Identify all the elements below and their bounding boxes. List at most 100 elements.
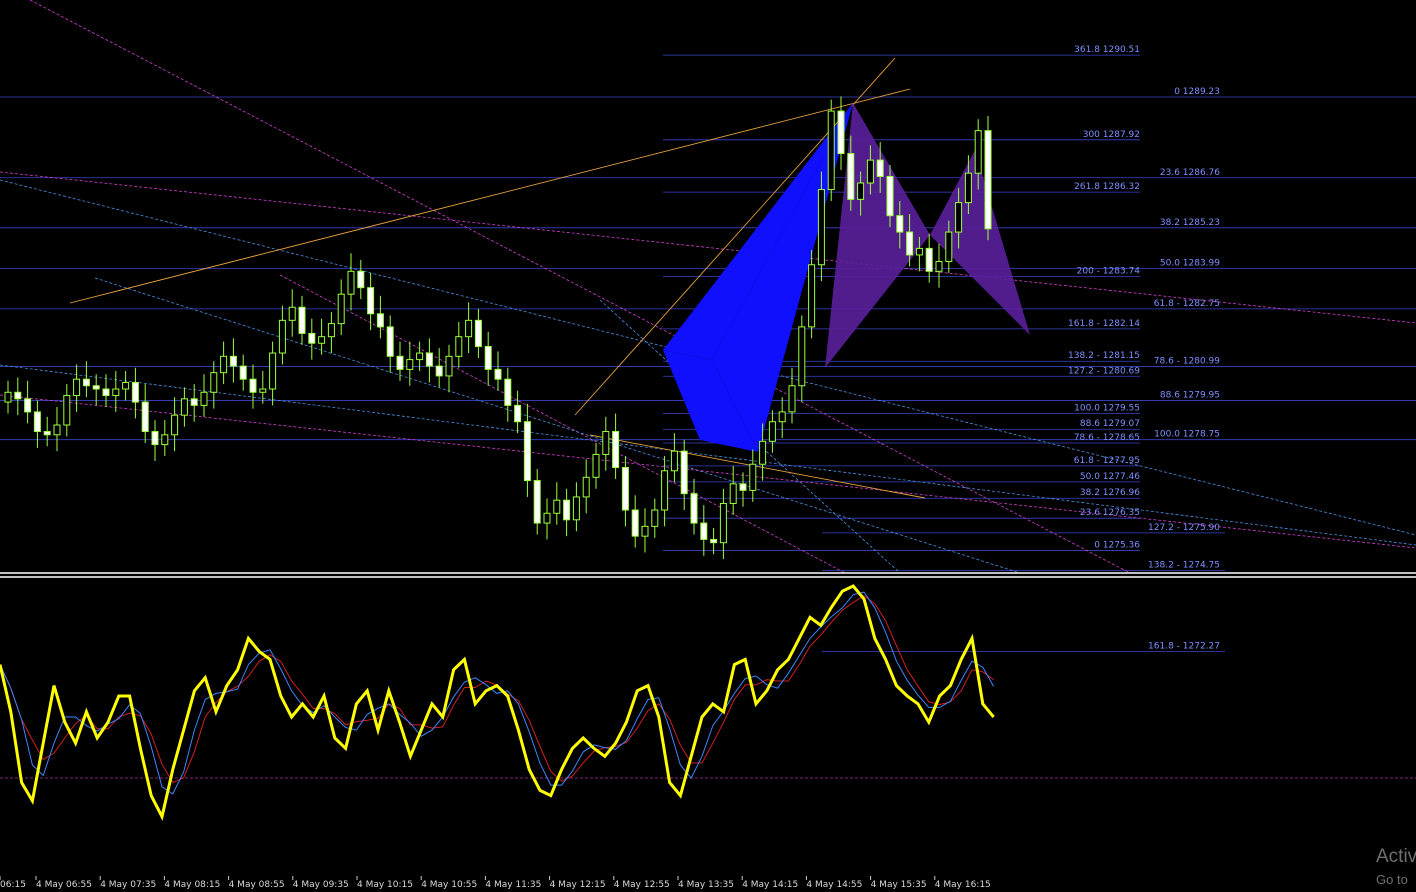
candle-down (876, 159, 884, 177)
candle-down (24, 398, 32, 413)
fib-level-label: 261.8 1286.32 (1074, 182, 1140, 192)
watermark-line1: Activ (1376, 846, 1416, 867)
candle-down (837, 110, 845, 155)
time-axis-label: 4 May 16:15 (935, 880, 991, 890)
fib-level-label: 38.2 1276.96 (1080, 488, 1140, 498)
candle-down (357, 270, 365, 289)
candle-down (190, 398, 198, 406)
candle-up (553, 499, 561, 514)
candle-up (220, 355, 228, 374)
fib-level-label: 88.6 1279.95 (1160, 390, 1220, 400)
candle-down (710, 538, 718, 544)
candle-up (278, 319, 286, 354)
candle-up (974, 130, 982, 174)
time-axis-label: 4 May 14:55 (806, 880, 862, 890)
candle-down (484, 346, 492, 370)
time-axis-label: 4 May 09:35 (293, 880, 349, 890)
candle-up (827, 110, 835, 191)
fib-level-label: 23.6 1286.76 (1160, 168, 1220, 178)
fib-level-label: 61.8 - 1282.75 (1154, 299, 1220, 309)
fib-level-label: 23.6 1276.35 (1080, 508, 1140, 518)
candle-up (788, 385, 796, 413)
candle-down (298, 306, 306, 334)
candle-down (906, 231, 914, 256)
fib-level-label: 50.0 1277.46 (1080, 472, 1140, 482)
candle-down (376, 313, 384, 328)
candle-up (73, 378, 81, 397)
candle-down (249, 378, 257, 393)
candle-down (396, 355, 404, 370)
candle-up (955, 202, 963, 233)
candle-up (857, 182, 865, 200)
candle-up (171, 414, 179, 436)
fib-level-label: 161.8 - 1272.27 (1148, 642, 1220, 652)
fib-level-label: 78.6 - 1280.99 (1154, 356, 1220, 366)
candle-down (474, 319, 482, 348)
fib-level-label: 300 1287.92 (1083, 130, 1140, 140)
candle-up (4, 391, 12, 403)
candle-up (572, 496, 580, 521)
candle-down (680, 450, 688, 495)
fib-level-label: 138.2 - 1274.75 (1148, 560, 1220, 570)
time-axis-label: 4 May 08:15 (164, 880, 220, 890)
fib-level-label: 361.8 1290.51 (1074, 45, 1140, 55)
price-chart[interactable]: 0 1289.23 23.6 1286.76 38.2 1285.23 50.0 12… (0, 0, 1416, 892)
candle-up (935, 260, 943, 272)
fib-level-label: 50.0 1283.99 (1160, 258, 1220, 268)
candle-down (151, 431, 159, 446)
candle-up (661, 470, 669, 511)
chart-background (0, 0, 1416, 892)
candle-down (102, 388, 110, 397)
fib-level-label: 138.2 - 1281.15 (1068, 351, 1140, 361)
candle-down (435, 365, 443, 377)
candle-down (621, 466, 629, 511)
candle-up (210, 372, 218, 393)
candle-down (700, 522, 708, 540)
candle-up (915, 247, 923, 256)
candle-down (494, 368, 502, 380)
time-axis-label: 4 May 10:55 (421, 880, 477, 890)
candle-down (386, 326, 394, 357)
time-axis-label: 4 May 12:55 (614, 880, 670, 890)
candle-up (318, 336, 326, 344)
time-axis-label: 4 May 10:15 (357, 880, 413, 890)
fib-level-label: 38.2 1285.23 (1160, 218, 1220, 228)
candle-down (984, 130, 992, 230)
candle-up (582, 476, 590, 498)
time-axis-label: 4 May 08:55 (229, 880, 285, 890)
candle-down (92, 385, 100, 390)
candle-down (239, 365, 247, 380)
candle-up (641, 525, 649, 537)
candle-up (798, 326, 806, 387)
candle-down (14, 391, 22, 400)
time-axis-label: 4 May 12:15 (550, 880, 606, 890)
candle-up (602, 431, 610, 455)
candle-up (749, 463, 757, 491)
candle-down (739, 483, 747, 491)
candle-up (651, 509, 659, 527)
candle-down (612, 431, 620, 468)
candle-down (533, 480, 541, 524)
candle-down (690, 493, 698, 524)
fib-level-label: 78.6 - 1278.65 (1074, 433, 1140, 443)
time-axis-label: 06:15 (0, 880, 26, 890)
candle-up (63, 395, 71, 426)
candle-up (161, 434, 169, 446)
candle-down (308, 332, 316, 344)
candle-down (925, 247, 933, 272)
time-axis-label: 4 May 15:35 (871, 880, 927, 890)
fib-level-label: 100.0 1278.75 (1154, 430, 1220, 440)
candle-down (43, 431, 51, 436)
candle-up (200, 391, 208, 406)
candle-down (514, 404, 522, 423)
candle-down (523, 421, 531, 482)
candle-up (455, 336, 463, 357)
candle-up (592, 453, 600, 478)
candle-down (847, 153, 855, 200)
fib-level-label: 161.8 - 1282.14 (1068, 319, 1140, 329)
fib-level-label: 0 1275.36 (1094, 541, 1140, 551)
fib-level-label: 100.0 1279.55 (1074, 404, 1140, 414)
candle-up (122, 381, 130, 390)
candle-down (896, 215, 904, 233)
candle-up (808, 264, 816, 328)
